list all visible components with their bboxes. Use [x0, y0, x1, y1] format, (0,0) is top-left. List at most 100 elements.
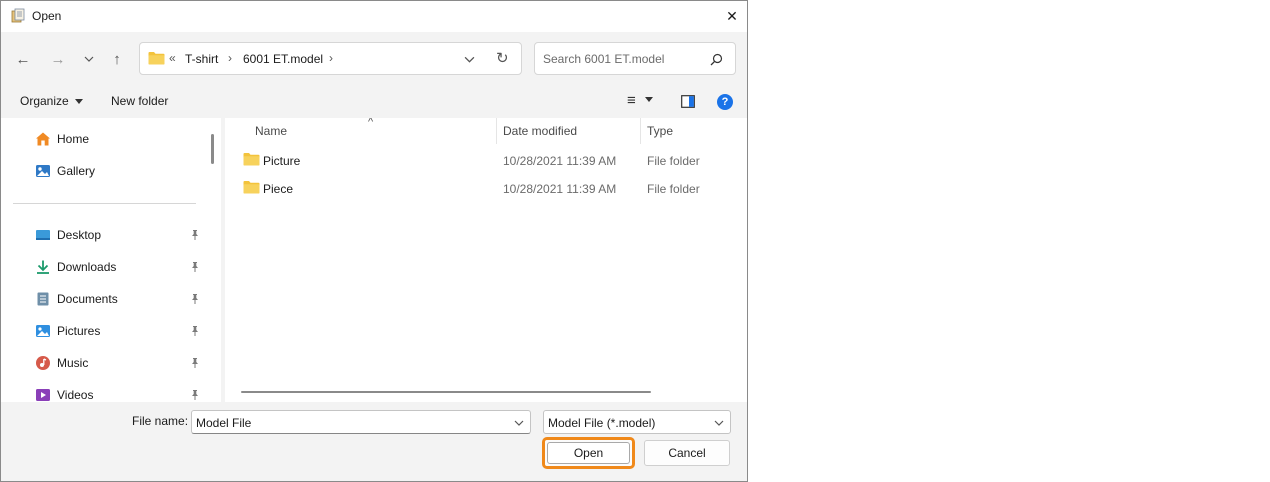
file-type-value: Model File (*.model)	[548, 416, 656, 430]
column-header-type[interactable]: Type	[647, 124, 673, 138]
sidebar-divider	[13, 203, 196, 204]
arrow-up-icon: ↑	[113, 50, 121, 68]
overflow-icon[interactable]: «	[169, 51, 176, 65]
organize-label: Organize	[20, 94, 69, 108]
caret-down-icon	[645, 97, 654, 102]
sidebar-item-label: Pictures	[57, 324, 101, 338]
sidebar-item-documents[interactable]: Documents	[35, 289, 205, 311]
sidebar-item-pictures[interactable]: Pictures	[35, 321, 205, 343]
sidebar-item-label: Home	[57, 132, 90, 146]
chevron-down-icon	[714, 420, 724, 426]
up-button[interactable]: ↑	[105, 45, 129, 73]
list-item[interactable]: Piece 10/28/2021 11:39 AM File folder	[241, 177, 741, 201]
column-header-name[interactable]: Name	[255, 124, 287, 138]
open-button[interactable]: Open	[542, 437, 635, 469]
cancel-button[interactable]: Cancel	[644, 440, 730, 466]
refresh-icon[interactable]: ↻	[496, 49, 509, 67]
pin-icon[interactable]	[189, 357, 201, 369]
help-icon: ?	[721, 96, 729, 108]
sidebar-item-home[interactable]: Home	[35, 129, 205, 151]
search-input[interactable]	[543, 50, 703, 68]
file-type: File folder	[647, 182, 700, 196]
list-item[interactable]: Picture 10/28/2021 11:39 AM File folder	[241, 149, 741, 173]
organize-menu[interactable]: Organize	[20, 94, 84, 108]
recent-locations-button[interactable]	[77, 45, 101, 73]
new-folder-button[interactable]: New folder	[111, 94, 168, 108]
column-divider[interactable]	[496, 118, 497, 144]
breadcrumb-6001-et-model[interactable]: 6001 ET.model	[243, 52, 323, 66]
file-date-modified: 10/28/2021 11:39 AM	[503, 154, 617, 168]
desktop-icon	[36, 230, 50, 240]
back-button[interactable]: ←	[11, 45, 35, 73]
sidebar-item-videos[interactable]: Videos	[35, 385, 205, 402]
chevron-down-icon	[84, 56, 94, 62]
column-divider[interactable]	[640, 118, 641, 144]
open-file-dialog: Open ✕ ← → ↑ « T-shirt › 6001 ET.model ›	[0, 0, 748, 482]
help-button[interactable]: ?	[717, 94, 733, 110]
chevron-down-icon[interactable]	[514, 418, 524, 428]
sidebar-item-label: Music	[57, 356, 89, 370]
close-button[interactable]: ✕	[717, 1, 747, 32]
forward-button[interactable]: →	[46, 45, 70, 73]
close-icon: ✕	[726, 8, 738, 24]
caret-down-icon	[75, 99, 84, 104]
gallery-icon	[36, 165, 50, 177]
folder-icon	[243, 181, 260, 194]
pin-icon[interactable]	[189, 293, 201, 305]
downloads-icon	[37, 260, 49, 274]
sort-ascending-icon: ^	[368, 118, 374, 128]
search-box[interactable]	[534, 42, 736, 75]
sidebar-item-music[interactable]: Music	[35, 353, 205, 375]
file-name-label: File name:	[132, 414, 189, 428]
file-date-modified: 10/28/2021 11:39 AM	[503, 182, 617, 196]
sidebar-item-desktop[interactable]: Desktop	[35, 225, 205, 247]
navigation-pane: Home Gallery Desktop Downloads Documents…	[1, 118, 221, 402]
sidebar-item-downloads[interactable]: Downloads	[35, 257, 205, 279]
open-button-label: Open	[547, 442, 630, 464]
videos-icon	[36, 389, 50, 401]
search-icon[interactable]	[710, 53, 723, 66]
file-type-select[interactable]: Model File (*.model)	[543, 410, 731, 434]
window-title: Open	[32, 9, 62, 23]
documents-icon	[37, 292, 49, 306]
pin-icon[interactable]	[189, 325, 201, 337]
file-list: Name ^ Date modified Type Picture 10/28/…	[225, 118, 747, 402]
breadcrumb-separator[interactable]: ›	[329, 51, 333, 65]
dialog-footer: File name: Model File Model File (*.mode…	[1, 402, 747, 481]
navigation-bar: ← → ↑ « T-shirt › 6001 ET.model › ↻	[1, 32, 747, 86]
file-name: Picture	[263, 154, 301, 168]
file-name: Piece	[263, 182, 294, 196]
pin-icon[interactable]	[189, 389, 201, 401]
sidebar-item-label: Desktop	[57, 228, 102, 242]
breadcrumb-separator[interactable]: ›	[228, 51, 232, 65]
title-bar: Open ✕	[1, 1, 747, 32]
folder-icon	[148, 52, 165, 65]
sidebar-item-label: Documents	[57, 292, 118, 306]
pin-icon[interactable]	[189, 261, 201, 273]
horizontal-scrollbar[interactable]	[241, 391, 651, 393]
home-icon	[36, 132, 50, 146]
sidebar-scrollbar[interactable]	[211, 134, 214, 164]
sidebar-item-label: Downloads	[57, 260, 117, 274]
pictures-icon	[36, 325, 50, 337]
sidebar-item-gallery[interactable]: Gallery	[35, 161, 205, 183]
command-bar: Organize New folder ≡ ?	[1, 86, 747, 118]
preview-pane-icon[interactable]	[681, 95, 695, 108]
sidebar-item-label: Videos	[57, 388, 94, 402]
pin-icon[interactable]	[189, 229, 201, 241]
column-header-date-modified[interactable]: Date modified	[503, 124, 577, 138]
view-options-button[interactable]: ≡	[627, 92, 654, 109]
breadcrumb-tshirt[interactable]: T-shirt	[185, 52, 218, 66]
folder-icon	[243, 153, 260, 166]
app-icon	[11, 8, 25, 23]
sidebar-item-label: Gallery	[57, 164, 96, 178]
file-type: File folder	[647, 154, 700, 168]
file-name-field[interactable]: Model File	[191, 410, 531, 434]
file-name-value[interactable]: Model File	[196, 416, 251, 430]
arrow-left-icon: ←	[15, 50, 31, 68]
chevron-down-icon[interactable]	[464, 54, 475, 65]
list-view-icon: ≡	[627, 92, 636, 109]
address-bar[interactable]: « T-shirt › 6001 ET.model › ↻	[139, 42, 522, 75]
arrow-right-icon: →	[50, 50, 66, 68]
music-icon	[36, 356, 50, 370]
